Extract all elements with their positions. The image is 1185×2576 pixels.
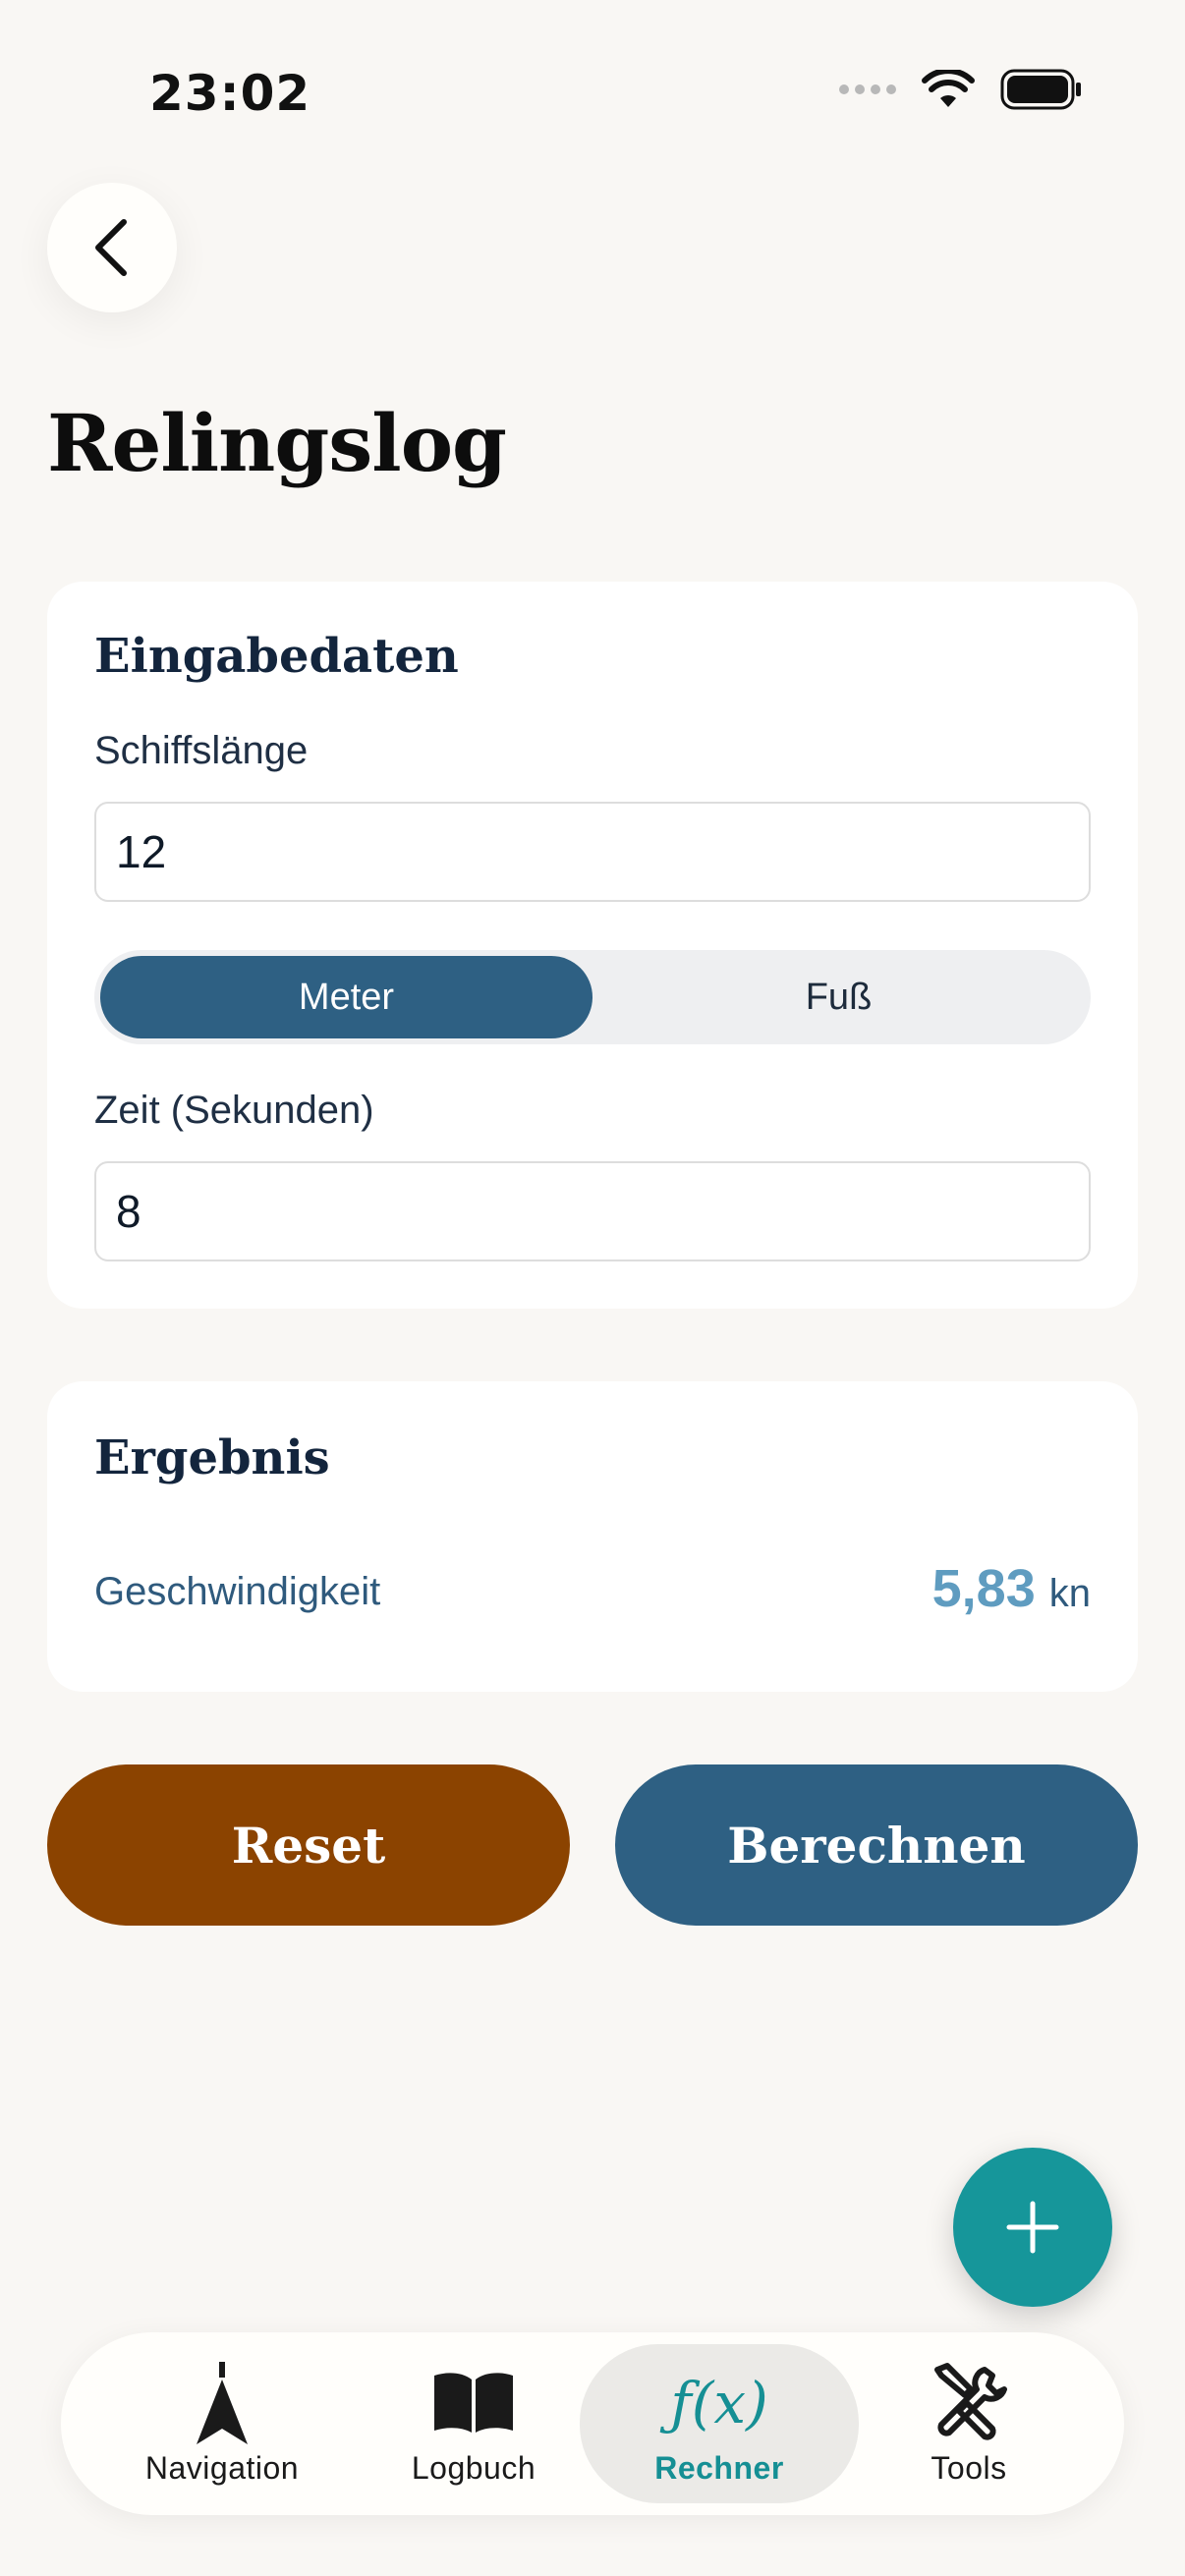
cellular-signal-icon <box>839 84 896 94</box>
navigation-arrow-icon <box>197 2361 248 2444</box>
tab-rechner[interactable]: ƒ(x) Rechner <box>580 2344 859 2503</box>
screen: 23:02 Relingslog Eingabedaten Schiffslän… <box>0 0 1185 2576</box>
page-title: Relingslog <box>47 397 507 489</box>
tab-rechner-label: Rechner <box>654 2449 784 2486</box>
status-time: 23:02 <box>149 65 311 122</box>
time-label: Zeit (Sekunden) <box>94 1089 374 1132</box>
tab-logbuch[interactable]: Logbuch <box>334 2344 613 2503</box>
calculate-button[interactable]: Berechnen <box>615 1764 1138 1926</box>
unit-option-meter[interactable]: Meter <box>100 956 592 1038</box>
time-input[interactable] <box>94 1161 1091 1261</box>
unit-option-feet[interactable]: Fuß <box>592 956 1085 1038</box>
wifi-icon <box>922 70 975 107</box>
fx-icon: ƒ(x) <box>670 2369 768 2436</box>
tab-navigation-label: Navigation <box>144 2449 300 2486</box>
tab-tools-label: Tools <box>931 2449 1007 2486</box>
ship-length-label: Schiffslänge <box>94 729 309 772</box>
add-button[interactable] <box>953 2148 1112 2307</box>
chevron-left-icon <box>95 219 127 276</box>
plus-icon <box>1006 2201 1059 2254</box>
speed-result: 5,83 kn <box>932 1558 1091 1619</box>
tab-tools[interactable]: Tools <box>829 2344 1108 2503</box>
tab-logbuch-label: Logbuch <box>411 2449 536 2486</box>
bottom-tab-bar: Navigation Logbuch ƒ(x) Rechner Tools <box>61 2332 1124 2515</box>
back-button[interactable] <box>47 183 177 312</box>
result-card-heading: Ergebnis <box>94 1430 330 1485</box>
speed-unit: kn <box>1048 1572 1091 1615</box>
speed-label: Geschwindigkeit <box>94 1570 381 1613</box>
result-card: Ergebnis Geschwindigkeit 5,83 kn <box>47 1381 1138 1692</box>
tools-icon <box>934 2362 1007 2440</box>
battery-icon <box>1000 69 1081 110</box>
reset-button[interactable]: Reset <box>47 1764 570 1926</box>
book-icon <box>434 2372 513 2433</box>
tab-navigation[interactable]: Navigation <box>83 2344 362 2503</box>
unit-segmented-control: Meter Fuß <box>94 950 1091 1044</box>
speed-value: 5,83 <box>931 1559 1036 1618</box>
status-icons <box>839 69 1083 110</box>
input-card: Eingabedaten Schiffslänge Meter Fuß Zeit… <box>47 582 1138 1309</box>
ship-length-input[interactable] <box>94 802 1091 902</box>
input-card-heading: Eingabedaten <box>94 629 459 684</box>
